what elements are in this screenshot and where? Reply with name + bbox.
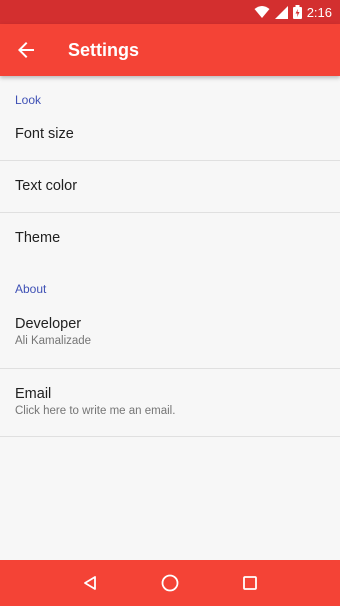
back-button[interactable] [0,24,52,76]
app-bar: Settings [0,24,340,76]
divider [0,212,340,213]
pref-email[interactable]: Email Click here to write me an email. [0,386,340,417]
preferences-list: Look Font size Text color Theme About De… [0,76,340,560]
pref-title: Text color [15,178,78,194]
category-header-about: About [15,282,47,296]
pref-font-size[interactable]: Font size [0,126,340,142]
arrow-back-icon [17,41,35,59]
nav-recents-button[interactable] [230,563,270,603]
divider [0,436,340,437]
recents-square-icon [242,575,258,591]
pref-title: Developer [15,316,82,332]
nav-back-button[interactable] [70,563,110,603]
pref-summary: Ali Kamalizade [15,335,92,347]
pref-theme[interactable]: Theme [0,230,340,246]
pref-text-color[interactable]: Text color [0,178,340,194]
back-triangle-icon [82,575,98,591]
wifi-icon [254,5,270,19]
pref-summary: Click here to write me an email. [15,405,176,417]
status-time: 2:16 [306,4,332,20]
status-bar: 2:16 [0,0,340,24]
pref-title: Email [15,386,52,402]
pref-title: Theme [15,230,61,246]
pref-developer[interactable]: Developer Ali Kamalizade [0,316,340,347]
signal-icon [274,5,288,19]
battery-icon [292,5,302,19]
pref-title: Font size [15,126,74,142]
page-title: Settings [68,39,140,60]
category-header-look: Look [15,93,42,107]
home-circle-icon [161,574,179,592]
divider [0,160,340,161]
divider [0,368,340,369]
system-navigation-bar [0,560,340,606]
nav-home-button[interactable] [150,563,190,603]
